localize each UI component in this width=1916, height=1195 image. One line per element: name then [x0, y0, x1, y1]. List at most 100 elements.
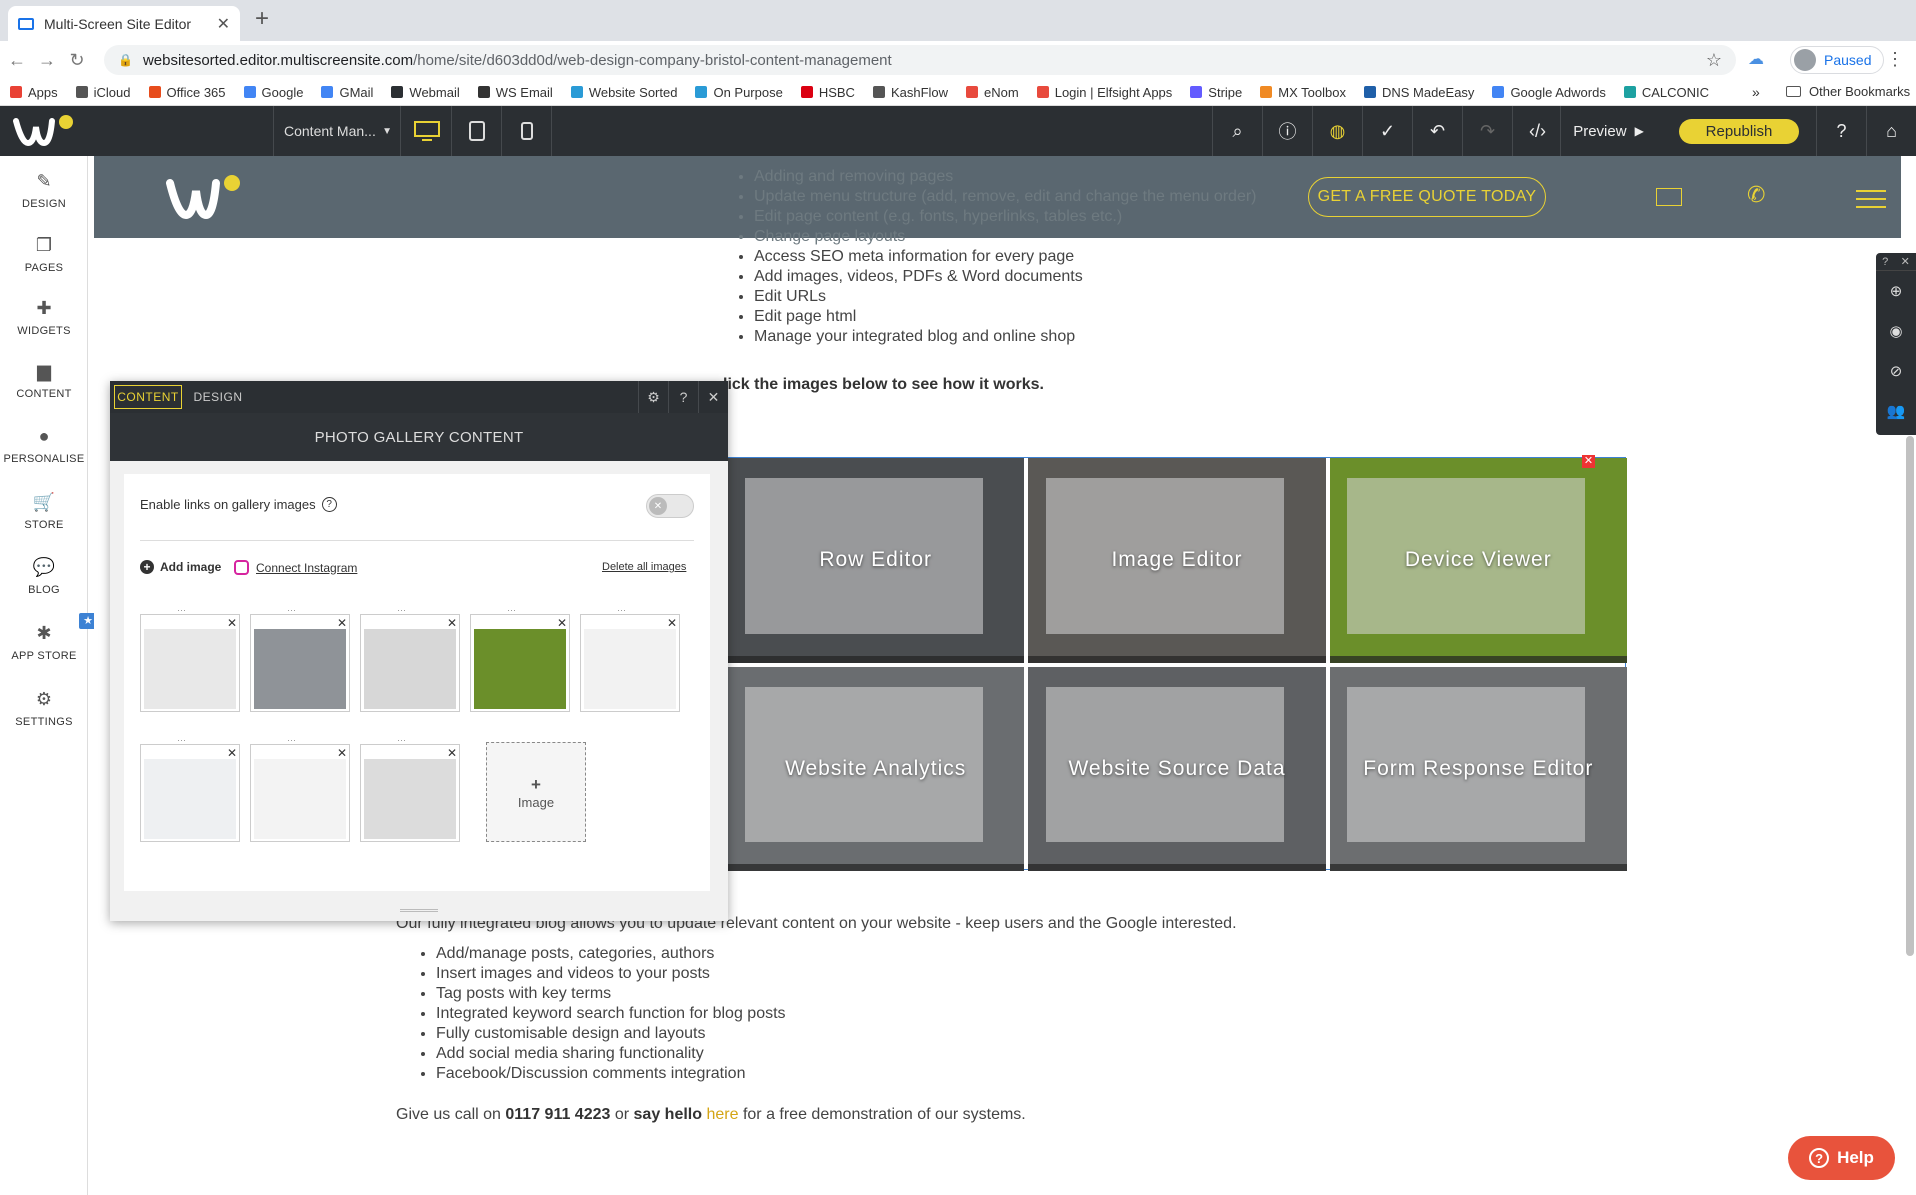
- remove-image-icon[interactable]: ✕: [227, 746, 237, 760]
- tab-design[interactable]: DESIGN: [188, 381, 248, 413]
- drag-handle-icon[interactable]: ⋯: [397, 735, 407, 746]
- remove-image-icon[interactable]: ✕: [447, 746, 457, 760]
- gallery-thumbnail[interactable]: ⋯ ✕: [250, 605, 350, 712]
- remove-image-icon[interactable]: ✕: [337, 746, 347, 760]
- page-scrollbar[interactable]: [1906, 436, 1914, 956]
- free-quote-button[interactable]: GET A FREE QUOTE TODAY: [1308, 177, 1546, 217]
- drag-handle-icon[interactable]: ⋯: [287, 735, 297, 746]
- info-button[interactable]: ⓘ: [1262, 106, 1312, 156]
- remove-image-icon[interactable]: ✕: [557, 616, 567, 630]
- drag-handle-icon[interactable]: ⋯: [177, 735, 187, 746]
- delete-widget-icon[interactable]: ✕: [1582, 455, 1595, 468]
- undo-button[interactable]: ↶: [1412, 106, 1462, 156]
- here-link[interactable]: here: [706, 1106, 738, 1123]
- hide-comments-icon[interactable]: ⊘: [1876, 351, 1916, 391]
- remove-image-icon[interactable]: ✕: [447, 616, 457, 630]
- gallery-item[interactable]: Website Analytics: [727, 666, 1025, 871]
- bookmark-item[interactable]: CALCONIC: [1623, 85, 1709, 100]
- bookmark-item[interactable]: eNom: [966, 85, 1019, 100]
- sidebar-item-pages[interactable]: ❐ PAGES: [0, 234, 88, 274]
- bookmark-item[interactable]: iCloud: [75, 85, 131, 100]
- gallery-thumbnail[interactable]: ⋯ ✕: [140, 605, 240, 712]
- redo-button[interactable]: ↷: [1462, 106, 1512, 156]
- sidebar-item-blog[interactable]: 💬 BLOG: [0, 556, 88, 596]
- browser-menu-icon[interactable]: ⋮: [1886, 49, 1904, 70]
- preview-button[interactable]: Preview ▶: [1560, 106, 1656, 156]
- bookmark-star-icon[interactable]: ☆: [1706, 50, 1722, 71]
- panel-resize-handle[interactable]: [400, 909, 438, 912]
- forward-icon[interactable]: →: [34, 50, 60, 71]
- drag-handle-icon[interactable]: ⋯: [507, 605, 517, 616]
- sidebar-item-settings[interactable]: ⚙ SETTINGS: [0, 688, 88, 728]
- remove-image-icon[interactable]: ✕: [667, 616, 677, 630]
- sidebar-item-store[interactable]: 🛒 STORE: [0, 491, 88, 531]
- gallery-thumbnail[interactable]: ⋯ ✕: [140, 735, 240, 842]
- bookmark-item[interactable]: GMail: [321, 85, 373, 100]
- gallery-thumbnail[interactable]: ⋯ ✕: [470, 605, 570, 712]
- help-button[interactable]: ? Help: [1788, 1136, 1895, 1180]
- page-selector[interactable]: Content Man... ▼: [273, 106, 401, 156]
- add-image-tile[interactable]: + Image: [486, 742, 586, 842]
- enable-links-toggle[interactable]: ✕: [646, 494, 694, 518]
- sidebar-item-app-store[interactable]: ✱ APP STORE: [0, 622, 88, 662]
- bookmark-item[interactable]: Office 365: [148, 85, 226, 100]
- gallery-thumbnail[interactable]: ⋯ ✕: [360, 605, 460, 712]
- panel-settings-icon[interactable]: ⚙: [638, 381, 668, 413]
- bookmarks-overflow-icon[interactable]: »: [1752, 84, 1760, 100]
- users-icon[interactable]: 👥: [1876, 391, 1916, 431]
- tab-content[interactable]: CONTENT: [114, 385, 182, 409]
- close-small-icon[interactable]: ✕: [1901, 255, 1910, 268]
- sidebar-item-widgets[interactable]: ✚ WIDGETS: [0, 297, 88, 337]
- desktop-view-button[interactable]: [402, 106, 452, 156]
- bookmark-item[interactable]: Google: [243, 85, 303, 100]
- mobile-view-button[interactable]: [502, 106, 552, 156]
- gallery-item[interactable]: Device Viewer: [1329, 458, 1627, 663]
- panel-help-icon[interactable]: ?: [668, 381, 698, 413]
- gallery-item[interactable]: Form Response Editor: [1329, 666, 1627, 871]
- bookmark-item[interactable]: On Purpose: [695, 85, 783, 100]
- bookmark-item[interactable]: Webmail: [391, 85, 460, 100]
- gallery-thumbnail[interactable]: ⋯ ✕: [250, 735, 350, 842]
- info-question-icon[interactable]: ?: [321, 497, 337, 512]
- drag-handle-icon[interactable]: ⋯: [617, 605, 627, 616]
- profile-button[interactable]: Paused: [1790, 46, 1885, 74]
- search-button[interactable]: ⌕: [1212, 106, 1262, 156]
- code-button[interactable]: ‹/›: [1512, 106, 1562, 156]
- back-icon[interactable]: ←: [4, 50, 30, 71]
- gallery-thumbnail[interactable]: ⋯ ✕: [580, 605, 680, 712]
- connect-instagram-link[interactable]: Connect Instagram: [234, 560, 357, 575]
- sidebar-item-content[interactable]: ▆ CONTENT: [0, 360, 88, 400]
- bookmark-item[interactable]: Website Sorted: [570, 85, 677, 100]
- sidebar-item-design[interactable]: ✎ DESIGN: [0, 170, 88, 210]
- new-tab-icon[interactable]: +: [255, 5, 269, 33]
- delete-all-images-link[interactable]: Delete all images: [602, 561, 686, 573]
- tablet-view-button[interactable]: [452, 106, 502, 156]
- drag-handle-icon[interactable]: ⋯: [287, 605, 297, 616]
- remove-image-icon[interactable]: ✕: [337, 616, 347, 630]
- drag-handle-icon[interactable]: ⋯: [177, 605, 187, 616]
- close-tab-icon[interactable]: ✕: [217, 14, 230, 34]
- drag-handle-icon[interactable]: ⋯: [397, 605, 407, 616]
- comments-button[interactable]: ◍: [1312, 106, 1362, 156]
- hamburger-menu-icon[interactable]: [1856, 190, 1886, 214]
- sidebar-item-personalise[interactable]: ● PERSONALISE: [0, 425, 88, 465]
- cloud-extension-icon[interactable]: ☁: [1748, 49, 1764, 69]
- gallery-item[interactable]: Row Editor: [727, 458, 1025, 663]
- bookmark-item[interactable]: Apps: [10, 85, 58, 100]
- mail-icon[interactable]: [1656, 188, 1682, 206]
- bookmark-item[interactable]: KashFlow: [872, 85, 948, 100]
- bookmark-item[interactable]: Google Adwords: [1492, 85, 1606, 100]
- add-comment-icon[interactable]: ⊕: [1876, 271, 1916, 311]
- republish-button[interactable]: Republish: [1679, 119, 1799, 144]
- home-button[interactable]: ⌂: [1866, 106, 1916, 156]
- checkmark-button[interactable]: ✓: [1362, 106, 1412, 156]
- bookmark-item[interactable]: MX Toolbox: [1260, 85, 1346, 100]
- bookmark-item[interactable]: HSBC: [800, 85, 855, 100]
- bookmark-item[interactable]: DNS MadeEasy: [1363, 85, 1474, 100]
- browser-tab[interactable]: Multi-Screen Site Editor ✕: [8, 6, 240, 41]
- bookmark-item[interactable]: WS Email: [477, 85, 553, 100]
- help-toolbar-button[interactable]: ?: [1816, 106, 1866, 156]
- panel-close-icon[interactable]: ✕: [698, 381, 728, 413]
- help-small-icon[interactable]: ?: [1882, 256, 1888, 268]
- photo-gallery[interactable]: Row Editor Image Editor Device Viewer Websi…: [726, 457, 1627, 871]
